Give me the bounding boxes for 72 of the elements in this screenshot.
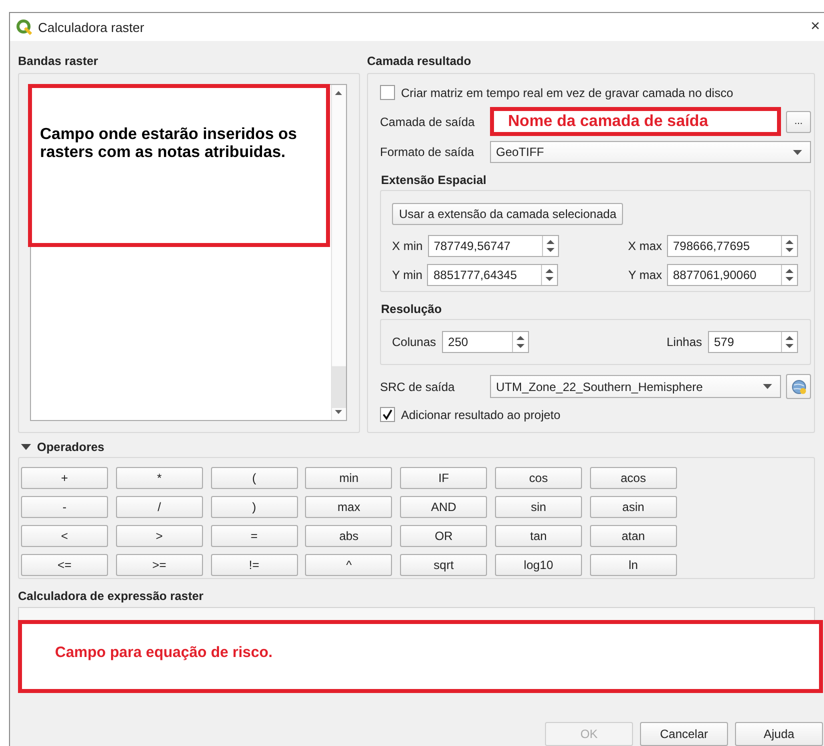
- operator-button[interactable]: >=: [116, 554, 203, 576]
- operator-button[interactable]: sqrt: [400, 554, 488, 576]
- operator-button[interactable]: atan: [590, 525, 677, 547]
- number-field[interactable]: 579: [708, 331, 798, 353]
- annotation-text: Nome da camada de saída: [508, 112, 708, 130]
- operator-button[interactable]: <=: [21, 554, 108, 576]
- operator-button[interactable]: sin: [494, 496, 582, 518]
- field-label: Y max: [628, 268, 662, 282]
- operator-button[interactable]: >: [116, 525, 203, 547]
- operator-button[interactable]: acos: [590, 467, 677, 489]
- annotation-text: Campo para equação de risco.: [55, 644, 273, 662]
- number-field[interactable]: 250: [442, 331, 530, 353]
- operator-button[interactable]: asin: [590, 496, 677, 518]
- operator-button[interactable]: *: [116, 467, 203, 489]
- operator-button[interactable]: <: [21, 525, 108, 547]
- checkbox-label: Criar matriz em tempo real em vez de gravar camada no disco: [401, 86, 734, 100]
- window-title: Calculadora raster: [38, 20, 146, 34]
- number-field[interactable]: 8877061,90060: [667, 264, 798, 286]
- operator-button[interactable]: min: [305, 467, 392, 489]
- field-label: X max: [628, 239, 662, 253]
- list-box[interactable]: Campo onde estarão inseridos os rasters com as notas atribuidas.: [30, 84, 347, 421]
- expression-field[interactable]: [18, 607, 815, 620]
- operator-button[interactable]: -: [21, 496, 108, 518]
- close-button[interactable]: ×: [808, 18, 822, 36]
- expand-arrow-icon[interactable]: [21, 443, 31, 451]
- field-label: Y min: [392, 268, 422, 282]
- operator-button[interactable]: =: [210, 525, 298, 547]
- dropdown[interactable]: GeoTIFF: [490, 141, 811, 163]
- annotation-text: Campo onde estarão inseridos os rasters com as notas atribuidas.: [40, 126, 298, 162]
- operator-button[interactable]: tan: [494, 525, 582, 547]
- field-label: Colunas: [392, 335, 436, 349]
- checkbox[interactable]: [380, 407, 395, 422]
- operator-button[interactable]: log10: [494, 554, 582, 576]
- checkbox-label: Adicionar resultado ao projeto: [401, 408, 560, 422]
- caret-icon: [763, 384, 772, 389]
- field-label: Camada de saída: [380, 114, 476, 128]
- crs-select-button[interactable]: [786, 374, 811, 399]
- operator-button[interactable]: cos: [494, 467, 582, 489]
- operator-button[interactable]: OR: [400, 525, 488, 547]
- section-title: Camada resultado: [367, 53, 472, 69]
- browse-button[interactable]: ...: [786, 110, 811, 132]
- operator-button[interactable]: IF: [400, 467, 488, 489]
- field-label: Linhas: [666, 335, 702, 349]
- operator-button[interactable]: abs: [305, 525, 392, 547]
- number-field[interactable]: 787749,56747: [428, 235, 559, 257]
- globe-icon: [790, 378, 806, 394]
- operator-button[interactable]: /: [116, 496, 203, 518]
- operator-button[interactable]: !=: [210, 554, 298, 576]
- operator-button[interactable]: (: [210, 467, 298, 489]
- section-title: Extensão Espacial: [381, 172, 486, 188]
- field-label: X min: [392, 239, 423, 253]
- operator-button[interactable]: AND: [400, 496, 488, 518]
- field-label: SRC de saída: [380, 380, 456, 394]
- operator-button[interactable]: ^: [305, 554, 392, 576]
- extent-button[interactable]: Usar a extensão da camada selecionada: [392, 203, 624, 225]
- section-title: Operadores: [37, 439, 104, 455]
- section-title: Bandas raster: [18, 53, 98, 69]
- field-label: Formato de saída: [380, 145, 476, 159]
- section-title: Calculadora de expressão raster: [18, 588, 204, 604]
- caret-icon: [793, 150, 802, 154]
- dropdown[interactable]: UTM_Zone_22_Southern_Hemisphere: [490, 375, 781, 398]
- operator-button[interactable]: ): [210, 496, 298, 518]
- operator-button[interactable]: ln: [590, 554, 677, 576]
- number-field[interactable]: 8851777,64345: [427, 264, 558, 286]
- operator-button[interactable]: +: [21, 467, 108, 489]
- number-field[interactable]: 798666,77695: [667, 235, 798, 257]
- dialog-button[interactable]: Cancelar: [640, 722, 728, 746]
- operator-button[interactable]: max: [305, 496, 392, 518]
- checkbox[interactable]: [380, 85, 395, 100]
- dialog-button[interactable]: Ajuda: [735, 722, 823, 746]
- section-title: Resolução: [381, 301, 442, 317]
- app-logo-icon: [16, 19, 32, 35]
